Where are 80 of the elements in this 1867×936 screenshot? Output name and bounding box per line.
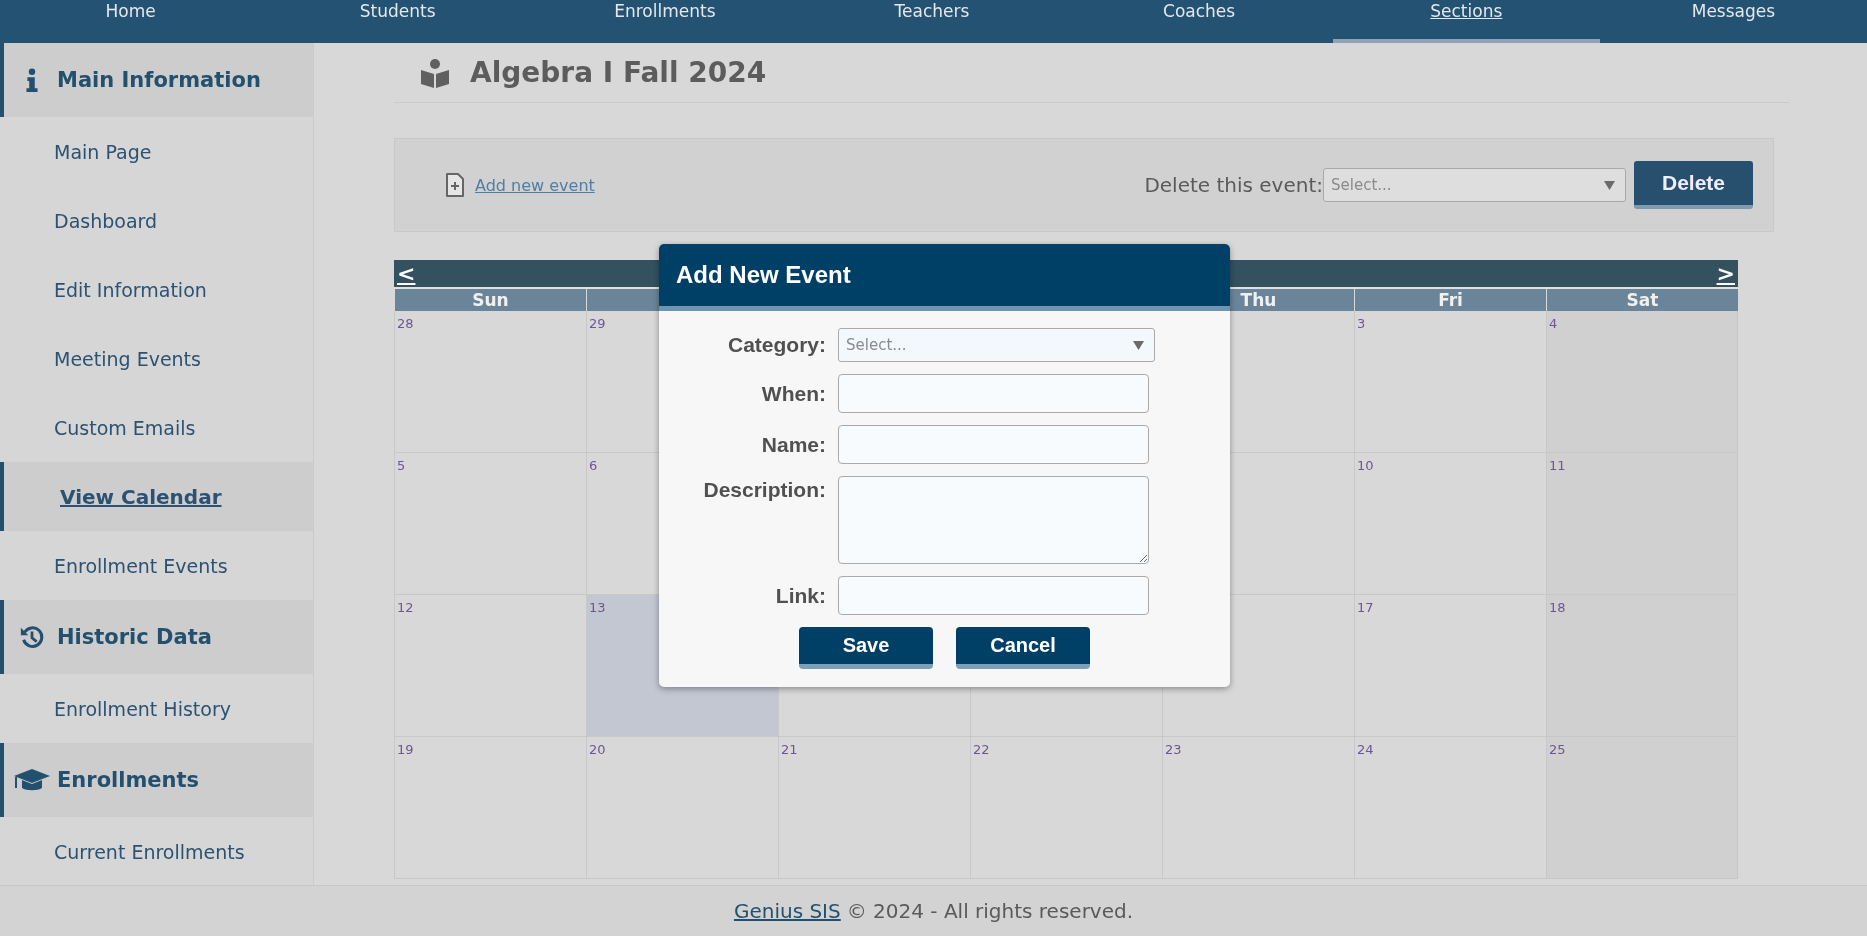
sidebar-item[interactable]: Meeting Events: [0, 324, 313, 393]
day-number: 4: [1549, 316, 1558, 331]
field-label: Link:: [774, 583, 827, 608]
input-field[interactable]: [838, 576, 1149, 615]
sidebar-item[interactable]: Enrollment History: [0, 674, 313, 743]
calendar-day-cell[interactable]: 11: [1546, 453, 1738, 595]
nav-tab[interactable]: Home: [0, 0, 265, 42]
day-number: 5: [397, 458, 406, 473]
calendar-day-cell[interactable]: 24: [1354, 737, 1546, 879]
calendar-day-cell[interactable]: 3: [1354, 311, 1546, 453]
calendar-day-cell[interactable]: 28: [394, 311, 586, 453]
input-field[interactable]: [838, 425, 1149, 464]
category-select[interactable]: Select...: [838, 328, 1155, 362]
calendar-day-cell[interactable]: 21: [778, 737, 970, 879]
field-label: Category:: [726, 333, 827, 357]
page-title: Algebra I Fall 2024: [470, 56, 767, 89]
day-number: 17: [1357, 600, 1374, 615]
calendar-day-cell[interactable]: 12: [394, 595, 586, 737]
footer-link[interactable]: Genius SIS: [733, 899, 841, 923]
nav-tab[interactable]: Coaches: [1065, 0, 1333, 42]
day-number: 18: [1549, 600, 1566, 615]
sidebar-item[interactable]: Main Page: [0, 117, 313, 186]
sidebar-item[interactable]: Current Enrollments: [0, 817, 313, 886]
sidebar-item[interactable]: Dashboard: [0, 186, 313, 255]
calendar-day-cell[interactable]: 25: [1546, 737, 1738, 879]
sidebar-section-title: Main Information: [57, 68, 261, 92]
day-number: 11: [1549, 458, 1566, 473]
dialog-title: Add New Event: [676, 261, 851, 289]
day-number: 21: [781, 742, 798, 757]
delete-button[interactable]: Delete: [1634, 161, 1753, 209]
field-label: Description:: [702, 477, 827, 502]
day-number: 29: [589, 316, 606, 331]
sidebar-item[interactable]: Enrollment Events: [0, 531, 313, 600]
sidebar-section-title: Historic Data: [57, 625, 212, 649]
copyright-text: © 2024 - All rights reserved.: [846, 899, 1134, 923]
field-label: Name:: [760, 432, 827, 457]
day-number: 23: [1165, 742, 1182, 757]
nav-tab[interactable]: Enrollments: [531, 0, 799, 42]
caret-icon: [1133, 340, 1144, 350]
nav-tab[interactable]: Messages: [1599, 0, 1867, 42]
nav-tab[interactable]: Teachers: [798, 0, 1066, 42]
graduation-cap-icon: [14, 768, 50, 792]
dialog-button[interactable]: Cancel: [956, 627, 1090, 669]
day-number: 13: [589, 600, 606, 615]
day-number: 10: [1357, 458, 1374, 473]
day-number: 24: [1357, 742, 1374, 757]
day-number: 19: [397, 742, 414, 757]
delete-event-label: Delete this event:: [1144, 173, 1323, 197]
sidebar-section-title: Enrollments: [57, 768, 200, 792]
calendar-day-cell[interactable]: 20: [586, 737, 778, 879]
sidebar-item[interactable]: Edit Information: [0, 255, 313, 324]
day-number: 3: [1357, 316, 1366, 331]
day-number: 28: [397, 316, 414, 331]
calendar-day-cell[interactable]: 4: [1546, 311, 1738, 453]
book-reader-icon: [420, 57, 450, 88]
calendar-day-cell[interactable]: 5: [394, 453, 586, 595]
sidebar-item[interactable]: Custom Emails: [0, 393, 313, 462]
file-plus-icon: [445, 172, 465, 198]
day-number: 6: [589, 458, 598, 473]
next-month-link[interactable]: >: [1716, 260, 1735, 287]
input-field[interactable]: [838, 374, 1149, 413]
day-number: 25: [1549, 742, 1566, 757]
calendar-day-cell[interactable]: 18: [1546, 595, 1738, 737]
calendar-day-cell[interactable]: 17: [1354, 595, 1546, 737]
calendar-day-cell[interactable]: 19: [394, 737, 586, 879]
dialog-button[interactable]: Save: [799, 627, 933, 669]
previous-month-link[interactable]: <: [397, 260, 416, 287]
add-event-link[interactable]: Add new event: [475, 175, 595, 195]
calendar-day-cell[interactable]: 10: [1354, 453, 1546, 595]
day-number: 22: [973, 742, 990, 757]
sidebar-item[interactable]: View Calendar: [0, 462, 313, 531]
day-number: 20: [589, 742, 606, 757]
textarea-field[interactable]: [838, 476, 1149, 564]
day-number: 12: [397, 600, 414, 615]
nav-tab[interactable]: Students: [264, 0, 532, 42]
field-label: When:: [760, 381, 827, 406]
calendar-day-cell[interactable]: 22: [970, 737, 1162, 879]
nav-tab[interactable]: Sections: [1332, 0, 1600, 43]
calendar-day-cell[interactable]: 23: [1162, 737, 1354, 879]
caret-icon: [1604, 180, 1615, 190]
